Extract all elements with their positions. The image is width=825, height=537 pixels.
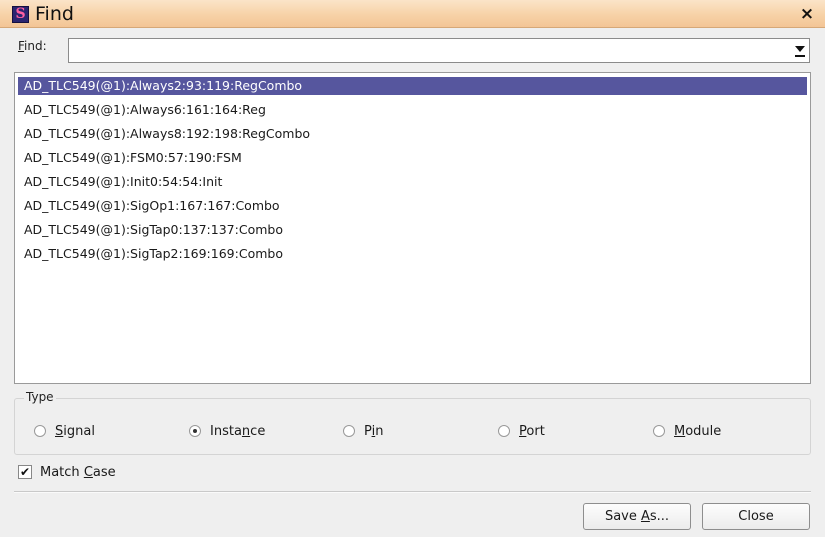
radio-signal[interactable]: Signal <box>34 424 134 440</box>
radio-instance[interactable]: Instance <box>189 424 309 440</box>
radio-port[interactable]: Port <box>498 424 588 440</box>
checkmark-icon[interactable]: ✔ <box>18 465 32 479</box>
radio-port-label: Port <box>519 424 545 439</box>
radio-circle[interactable] <box>653 425 665 437</box>
app-logo-icon: S <box>12 6 29 23</box>
separator-highlight <box>14 492 811 493</box>
find-dialog: S Find × Find: AD_TLC549(@1):Always2:93:… <box>0 0 825 537</box>
result-item[interactable]: AD_TLC549(@1):FSM0:57:190:FSM <box>18 149 807 167</box>
radio-pin[interactable]: Pin <box>343 424 423 440</box>
radio-circle[interactable] <box>34 425 46 437</box>
results-list[interactable]: AD_TLC549(@1):Always2:93:119:RegCombo AD… <box>14 72 811 384</box>
radio-instance-label: Instance <box>210 424 266 439</box>
match-case-label: Match Case <box>40 465 116 480</box>
find-combobox[interactable] <box>68 38 810 63</box>
radio-circle[interactable] <box>189 425 201 437</box>
save-as-button[interactable]: Save As... <box>583 503 691 530</box>
result-item[interactable]: AD_TLC549(@1):Init0:54:54:Init <box>18 173 807 191</box>
radio-module-label: Module <box>674 424 722 439</box>
dropdown-arrow-icon[interactable] <box>794 44 806 58</box>
radio-pin-label: Pin <box>364 424 384 439</box>
result-item[interactable]: AD_TLC549(@1):SigTap2:169:169:Combo <box>18 245 807 263</box>
title-bar[interactable]: S Find × <box>0 0 825 28</box>
radio-signal-label: Signal <box>55 424 95 439</box>
find-label-rest: ind: <box>24 39 47 53</box>
result-item[interactable]: AD_TLC549(@1):SigOp1:167:167:Combo <box>18 197 807 215</box>
result-item[interactable]: AD_TLC549(@1):SigTap0:137:137:Combo <box>18 221 807 239</box>
radio-dot <box>193 429 197 433</box>
radio-circle[interactable] <box>498 425 510 437</box>
radio-circle[interactable] <box>343 425 355 437</box>
result-item[interactable]: AD_TLC549(@1):Always2:93:119:RegCombo <box>18 77 807 95</box>
type-group-legend: Type <box>24 390 56 404</box>
find-input[interactable] <box>69 39 785 62</box>
close-window-icon[interactable]: × <box>797 4 817 24</box>
find-label: Find: <box>18 39 47 53</box>
match-case-checkbox[interactable]: ✔ Match Case <box>18 465 148 481</box>
window-title: Find <box>35 3 74 25</box>
result-item[interactable]: AD_TLC549(@1):Always8:192:198:RegCombo <box>18 125 807 143</box>
close-button[interactable]: Close <box>702 503 810 530</box>
radio-module[interactable]: Module <box>653 424 763 440</box>
result-item[interactable]: AD_TLC549(@1):Always6:161:164:Reg <box>18 101 807 119</box>
